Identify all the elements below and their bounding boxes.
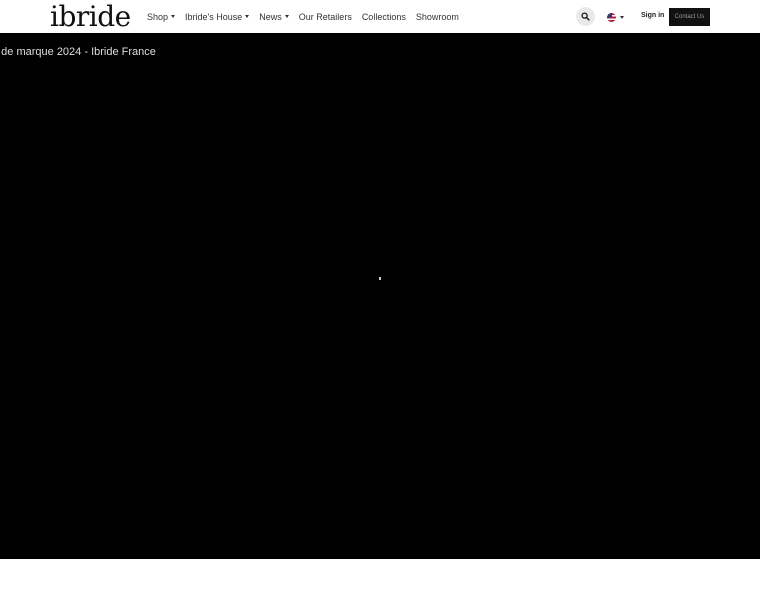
nav-item-label: Collections — [361, 11, 406, 22]
nav-item-shop[interactable]: Shop — [147, 11, 176, 22]
sign-in-link[interactable]: Sign in — [641, 12, 664, 19]
us-flag-icon — [607, 12, 616, 22]
language-selector[interactable] — [607, 12, 624, 22]
nav-item-ibrides-house[interactable]: Ibride's House — [185, 11, 250, 22]
site-header: ibride Shop Ibride's House News Our Reta… — [0, 0, 760, 33]
nav-item-label: Ibride's House — [185, 11, 243, 22]
video-title: e de marque 2024 - Ibride France — [0, 46, 156, 58]
caret-down-icon — [284, 15, 289, 18]
caret-down-icon — [171, 15, 176, 18]
nav-item-label: Showroom — [415, 11, 459, 22]
video-player[interactable]: e de marque 2024 - Ibride France — [0, 33, 760, 559]
search-button[interactable] — [576, 7, 595, 26]
brand-logo[interactable]: ibride — [50, 0, 131, 33]
search-icon — [581, 12, 590, 21]
main-nav: Shop Ibride's House News Our Retailers C… — [147, 0, 469, 33]
nav-item-showroom[interactable]: Showroom — [416, 12, 459, 22]
nav-item-label: Shop — [147, 11, 169, 22]
caret-down-icon — [620, 15, 624, 19]
loading-spinner-icon — [379, 277, 381, 280]
page-body — [0, 559, 760, 600]
nav-item-label: News — [259, 11, 282, 22]
caret-down-icon — [245, 15, 250, 18]
contact-us-button[interactable]: Contact Us — [669, 8, 710, 26]
nav-item-news[interactable]: News — [259, 12, 289, 22]
nav-item-collections[interactable]: Collections — [362, 12, 406, 22]
nav-item-label: Our Retailers — [298, 11, 352, 22]
nav-item-our-retailers[interactable]: Our Retailers — [299, 12, 352, 22]
